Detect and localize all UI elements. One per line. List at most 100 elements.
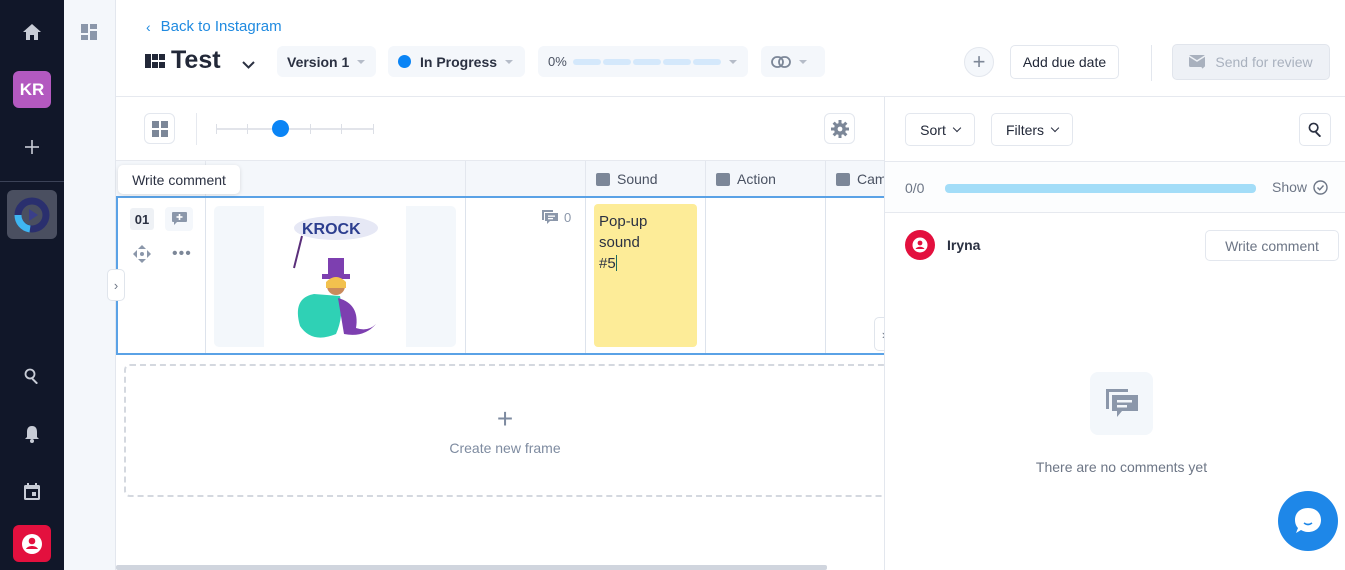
frame-image-cell[interactable]: KROCK (214, 206, 456, 347)
resolved-progress-bar (945, 184, 1256, 193)
zoom-slider[interactable] (216, 120, 374, 137)
column-label: Sound (617, 171, 658, 187)
write-comment-button[interactable]: Write comment (1205, 230, 1339, 261)
sort-label: Sort (920, 121, 946, 138)
send-mail-icon (1189, 54, 1206, 69)
add-icon[interactable] (0, 136, 64, 158)
share-link-select[interactable] (761, 46, 825, 77)
send-review-label: Send for review (1215, 54, 1313, 70)
profile-button[interactable] (13, 525, 51, 562)
version-label: Version 1 (287, 53, 350, 70)
frame-row: 01 ••• KROCK 0 Pop-up sound #5 (116, 196, 884, 355)
chat-icon (1295, 508, 1321, 533)
caret-down-icon (357, 59, 366, 64)
comments-panel: Sort Filters 0/0 Show Iryna Write commen… (884, 97, 1345, 570)
column-label: Action (737, 171, 776, 187)
due-date-label: Add due date (1022, 54, 1107, 70)
image-icon (596, 172, 610, 186)
search-icon (1308, 122, 1321, 137)
send-for-review-button[interactable]: Send for review (1172, 44, 1330, 80)
resolved-count: 0/0 (905, 180, 925, 196)
horizontal-scrollbar[interactable] (116, 565, 827, 570)
add-assignee-button[interactable]: + (964, 47, 994, 77)
progress-bar (571, 58, 721, 65)
support-chat-button[interactable] (1278, 491, 1338, 551)
more-options-icon[interactable]: ••• (172, 246, 192, 262)
filters-button[interactable]: Filters (991, 113, 1073, 146)
check-circle-icon (1313, 179, 1328, 195)
user-icon (912, 237, 928, 253)
drag-handle-icon[interactable] (133, 245, 151, 268)
zoom-slider-thumb[interactable] (272, 120, 289, 137)
add-comment-icon (171, 212, 187, 225)
home-icon[interactable] (0, 20, 64, 44)
sort-button[interactable]: Sort (905, 113, 975, 146)
caret-down-icon (505, 59, 514, 64)
sound-note-line: Pop-up sound (599, 213, 648, 251)
back-link-label: Back to Instagram (160, 18, 282, 35)
resolved-stats: 0/0 Show (885, 161, 1345, 213)
column-header-blank[interactable] (465, 161, 585, 196)
status-dot-icon (398, 55, 411, 68)
header-divider (1151, 45, 1152, 81)
chevron-left-icon: ‹ (146, 18, 151, 35)
gear-icon (830, 119, 849, 138)
expand-left-button[interactable]: › (107, 269, 125, 301)
project-tile[interactable] (7, 190, 57, 239)
grid-view-button[interactable] (144, 113, 175, 144)
column-header-camera[interactable]: Cam (825, 161, 884, 196)
profile-icon (22, 533, 42, 554)
status-select[interactable]: In Progress (388, 46, 525, 77)
search-icon[interactable] (0, 366, 64, 386)
empty-state-text: There are no comments yet (1035, 459, 1208, 475)
plus-icon: + (972, 49, 986, 74)
add-due-date-button[interactable]: Add due date (1010, 45, 1119, 79)
column-divider (705, 198, 706, 353)
image-icon (836, 172, 850, 186)
write-comment-label: Write comment (1225, 237, 1319, 254)
version-select[interactable]: Version 1 (277, 46, 376, 77)
text-cursor (615, 255, 617, 271)
column-header-action[interactable]: Action (705, 161, 825, 196)
column-header-image[interactable]: ge (205, 161, 465, 196)
chevron-right-icon: › (113, 277, 119, 293)
rail-divider (0, 181, 64, 182)
settings-button[interactable] (824, 113, 855, 144)
calendar-icon[interactable] (0, 481, 64, 501)
title-dropdown-chevron-icon[interactable] (242, 56, 255, 74)
comments-icon (1105, 388, 1138, 417)
back-link[interactable]: ‹ Back to Instagram (146, 18, 282, 35)
grid-view-icon (151, 120, 168, 137)
chevron-down-icon (1050, 123, 1060, 132)
tooltip-text: Write comment (132, 171, 226, 188)
grid-toolbar (116, 97, 884, 161)
user-name: Iryna (947, 237, 981, 253)
bell-icon[interactable] (0, 424, 64, 444)
chevron-down-icon (952, 123, 962, 132)
column-label: Cam (857, 171, 884, 187)
progress-select[interactable]: 0% (538, 46, 748, 77)
caret-down-icon (728, 59, 737, 64)
action-cell[interactable] (708, 204, 822, 347)
project-icon (14, 197, 50, 232)
search-comments-button[interactable] (1299, 113, 1331, 146)
write-comment-button[interactable] (165, 207, 193, 231)
image-icon (716, 172, 730, 186)
show-resolved-toggle[interactable]: Show (1272, 179, 1328, 195)
column-divider (585, 198, 586, 353)
filters-label: Filters (1005, 121, 1045, 138)
frame-image: KROCK (264, 206, 406, 347)
sound-note[interactable]: Pop-up sound #5 (594, 204, 697, 347)
create-new-frame-button[interactable]: + Create new frame (124, 364, 894, 497)
sound-note-line: #5 (599, 255, 616, 272)
status-label: In Progress (420, 53, 498, 70)
comment-count[interactable]: 0 (542, 210, 571, 225)
svg-text:KROCK: KROCK (302, 221, 361, 238)
column-divider (465, 198, 466, 353)
dashboard-icon[interactable] (81, 24, 97, 45)
create-frame-label: Create new frame (449, 439, 561, 456)
comment-count-value: 0 (564, 210, 572, 225)
column-header-sound[interactable]: Sound (585, 161, 705, 196)
storyboard-icon (145, 53, 165, 68)
workspace-avatar[interactable]: KR (13, 71, 51, 108)
